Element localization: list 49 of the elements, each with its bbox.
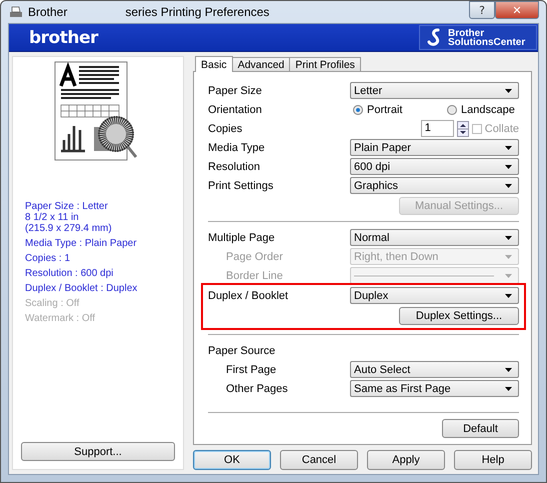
dropdown[interactable]: Duplex — [350, 287, 519, 304]
setting-label: Page Order — [225, 250, 284, 262]
dropdown[interactable]: Graphics — [350, 177, 519, 194]
checkbox-label: Collate — [484, 122, 519, 134]
summary-text: Copies : 1 — [25, 253, 72, 264]
dropdown[interactable]: Plain Paper — [350, 139, 519, 156]
summary-text: Duplex / Booklet : Duplex — [25, 283, 138, 294]
setting-label: Multiple Page — [208, 232, 276, 244]
tab[interactable]: Advanced — [232, 57, 290, 71]
dropdown[interactable]: Letter — [350, 82, 519, 99]
dialog-button[interactable]: Cancel — [280, 450, 358, 470]
summary-text: (215.9 x 279.4 mm) — [25, 223, 113, 234]
summary-text: Scaling : Off — [25, 298, 80, 309]
tab[interactable]: Print Profiles — [289, 57, 361, 71]
dropdown[interactable]: 600 dpi — [350, 158, 519, 175]
settings-button[interactable]: Duplex Settings... — [399, 307, 519, 325]
setting-label: Print Settings — [208, 180, 274, 192]
window-title: Brother — [28, 5, 68, 19]
radio-label: Portrait — [367, 104, 402, 116]
tab[interactable]: Basic — [195, 56, 233, 72]
dropdown[interactable]: Same as First Page — [350, 380, 519, 397]
summary-text: Paper Size : Letter — [25, 201, 109, 212]
dialog-button[interactable]: Help — [454, 450, 532, 470]
summary-text: Media Type : Plain Paper — [25, 238, 138, 249]
solutions-center-button[interactable]: Brother SolutionsCenter — [419, 25, 537, 50]
setting-label: Copies — [208, 122, 244, 134]
dropdown[interactable]: Auto Select — [350, 361, 519, 378]
setting-label: Other Pages — [225, 382, 289, 394]
setting-label: Paper Size — [208, 84, 263, 96]
dialog-button[interactable]: Apply — [367, 450, 445, 470]
summary-text: Resolution : 600 dpi — [25, 268, 114, 279]
dialog-button[interactable]: OK — [193, 450, 271, 470]
help-button[interactable]: ? — [469, 1, 495, 19]
window-title: series Printing Preferences — [125, 5, 270, 19]
setting-label: Border Line — [225, 270, 284, 282]
setting-label: Media Type — [208, 142, 266, 154]
default-button[interactable]: Default — [442, 419, 519, 438]
support-button[interactable]: Support... — [21, 442, 175, 461]
copies-field[interactable]: 1 — [420, 120, 454, 137]
setting-label: First Page — [225, 364, 278, 376]
summary-text: 8 1/2 x 11 in — [25, 212, 80, 223]
radio-label: Landscape — [461, 104, 515, 116]
brand-logo: brother — [29, 28, 98, 48]
setting-label: Duplex / Booklet — [208, 290, 290, 302]
setting-label: Paper Source — [208, 344, 276, 356]
setting-label: Orientation — [208, 104, 263, 116]
setting-label: Resolution — [208, 160, 261, 172]
summary-text: Watermark : Off — [25, 313, 96, 324]
dropdown[interactable]: Normal — [350, 229, 519, 246]
